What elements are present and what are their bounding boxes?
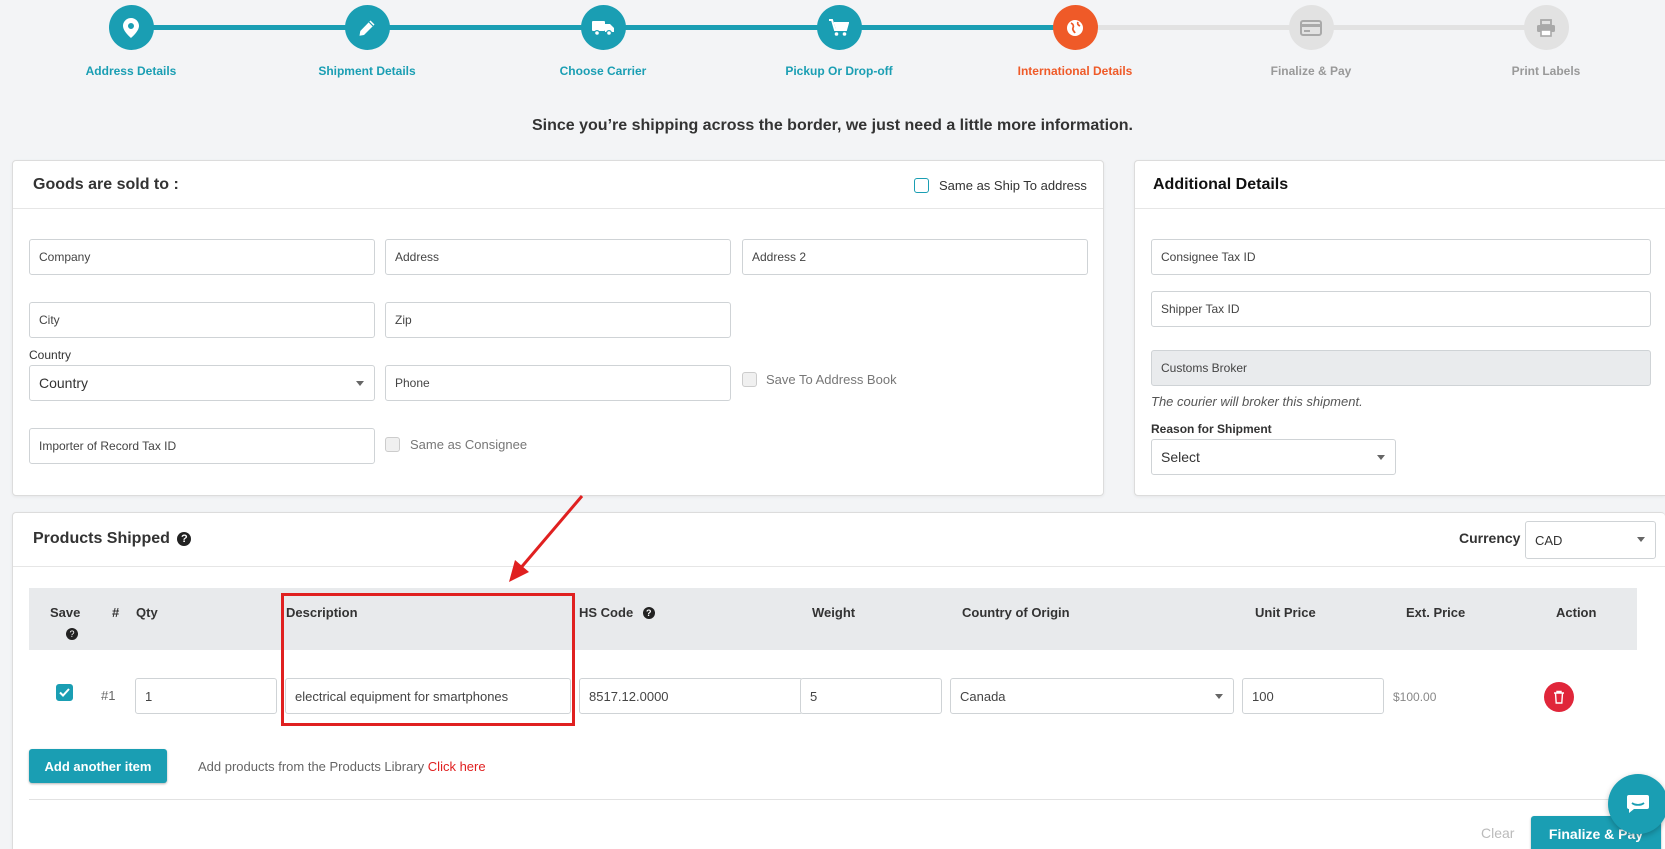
country-select-value: Country: [39, 375, 89, 391]
zip-field[interactable]: Zip: [385, 302, 731, 338]
credit-card-icon: [1288, 5, 1334, 50]
card-title: Goods are sold to :: [33, 176, 179, 193]
add-item-button[interactable]: Add another item: [29, 749, 167, 783]
importer-tax-id-field[interactable]: Importer of Record Tax ID: [29, 428, 375, 464]
save-row-checkbox[interactable]: [56, 684, 73, 701]
step-address-details[interactable]: Address Details: [31, 5, 231, 78]
delete-row-button[interactable]: [1544, 682, 1574, 712]
card-title: Additional Details: [1153, 176, 1289, 193]
step-label: Address Details: [85, 64, 177, 78]
same-as-consignee-checkbox[interactable]: [385, 437, 400, 452]
country-select[interactable]: Country: [29, 365, 375, 401]
additional-details-card: Additional Details Consignee Tax ID Ship…: [1134, 160, 1665, 496]
col-hs-code-label: HS Code: [579, 605, 634, 620]
reason-select-value: Select: [1161, 449, 1200, 465]
chat-button[interactable]: [1608, 774, 1665, 834]
card-header: Additional Details: [1135, 161, 1665, 209]
same-as-ship-label: Same as Ship To address: [939, 178, 1087, 193]
chevron-down-icon: [1377, 455, 1385, 460]
progress-stepper: Address Details Shipment Details Choose …: [0, 0, 1665, 90]
col-hs-code: HS Code ?: [579, 605, 655, 620]
col-unit-price: Unit Price: [1255, 605, 1316, 620]
phone-field[interactable]: Phone: [385, 365, 731, 401]
company-field[interactable]: Company: [29, 239, 375, 275]
step-label: Choose Carrier: [559, 64, 647, 78]
step-print-labels[interactable]: Print Labels: [1446, 5, 1646, 78]
step-choose-carrier[interactable]: Choose Carrier: [503, 5, 703, 78]
reason-select[interactable]: Select: [1151, 439, 1396, 475]
col-ext-price: Ext. Price: [1406, 605, 1466, 620]
step-label: International Details: [1017, 64, 1133, 78]
products-shipped-card: Products Shipped ? Currency CAD Save ? #…: [12, 495, 1665, 849]
products-title: Products Shipped: [33, 530, 170, 547]
chat-icon: [1627, 795, 1649, 813]
step-shipment-details[interactable]: Shipment Details: [267, 5, 467, 78]
chevron-down-icon: [356, 381, 364, 386]
truck-icon: [580, 5, 626, 50]
card-title: Products Shipped ?: [33, 530, 192, 548]
step-international-details[interactable]: International Details: [975, 5, 1175, 78]
row-number: #1: [101, 688, 116, 703]
step-label: Pickup Or Drop-off: [785, 64, 893, 78]
step-label: Finalize & Pay: [1270, 64, 1352, 78]
same-as-consignee-label: Same as Consignee: [410, 437, 528, 452]
customs-broker-field: Customs Broker: [1151, 350, 1651, 386]
qty-input[interactable]: 1: [135, 678, 277, 714]
col-weight: Weight: [812, 605, 856, 620]
step-pickup-dropoff[interactable]: Pickup Or Drop-off: [739, 5, 939, 78]
divider: [29, 799, 1649, 800]
country-origin-select[interactable]: Canada: [950, 678, 1234, 714]
consignee-tax-id-field[interactable]: Consignee Tax ID: [1151, 239, 1651, 275]
col-save: Save: [50, 605, 81, 620]
step-label: Print Labels: [1511, 64, 1581, 78]
card-header: Products Shipped ? Currency CAD: [13, 513, 1665, 567]
pencil-icon: [344, 5, 390, 50]
address2-field[interactable]: Address 2: [742, 239, 1088, 275]
col-country-origin: Country of Origin: [962, 605, 1070, 620]
save-address-book-checkbox[interactable]: [742, 372, 757, 387]
products-table-header: Save ? # Qty Description HS Code ? Weigh…: [29, 588, 1637, 650]
library-text: Add products from the Products Library: [198, 759, 425, 774]
goods-sold-to-card: Goods are sold to : Same as Ship To addr…: [12, 160, 1104, 496]
reason-label: Reason for Shipment: [1151, 422, 1272, 436]
col-number: #: [112, 605, 120, 620]
country-origin-value: Canada: [960, 688, 1006, 704]
ext-price-value: $100.00: [1393, 690, 1437, 704]
currency-select-value: CAD: [1535, 532, 1563, 548]
annotation-arrow-icon: [509, 495, 584, 582]
page-headline: Since you’re shipping across the border,…: [531, 117, 1133, 134]
step-label: Shipment Details: [318, 64, 416, 78]
annotation-highlight-box: [281, 593, 575, 726]
unit-price-input[interactable]: 100: [1242, 678, 1384, 714]
chevron-down-icon: [1637, 537, 1645, 542]
products-library-text: Add products from the Products Library C…: [198, 759, 486, 774]
city-field[interactable]: City: [29, 302, 375, 338]
same-as-ship-checkbox[interactable]: [914, 178, 929, 193]
help-icon[interactable]: ?: [177, 532, 192, 546]
col-action: Action: [1556, 605, 1597, 620]
save-address-book-label: Save To Address Book: [766, 372, 897, 387]
printer-icon: [1523, 5, 1569, 50]
globe-icon: [1052, 5, 1098, 50]
check-icon: [59, 688, 70, 697]
help-icon[interactable]: ?: [642, 607, 655, 619]
currency-label: Currency: [1459, 530, 1521, 546]
shipper-tax-id-field[interactable]: Shipper Tax ID: [1151, 291, 1651, 327]
help-icon[interactable]: ?: [66, 628, 78, 640]
library-click-here-link[interactable]: Click here: [428, 759, 486, 774]
map-pin-icon: [108, 5, 154, 50]
card-header: Goods are sold to : Same as Ship To addr…: [13, 161, 1103, 209]
chevron-down-icon: [1215, 694, 1223, 699]
trash-icon: [1554, 690, 1564, 704]
clear-button[interactable]: Clear: [1481, 825, 1514, 841]
weight-input[interactable]: 5: [800, 678, 942, 714]
step-finalize-pay[interactable]: Finalize & Pay: [1211, 5, 1411, 78]
hs-code-input[interactable]: 8517.12.0000: [579, 678, 803, 714]
col-qty: Qty: [136, 605, 158, 620]
country-label: Country: [29, 348, 72, 362]
broker-note: The courier will broker this shipment.: [1151, 394, 1363, 409]
address-field[interactable]: Address: [385, 239, 731, 275]
currency-select[interactable]: CAD: [1525, 521, 1656, 559]
cart-icon: [816, 5, 862, 50]
